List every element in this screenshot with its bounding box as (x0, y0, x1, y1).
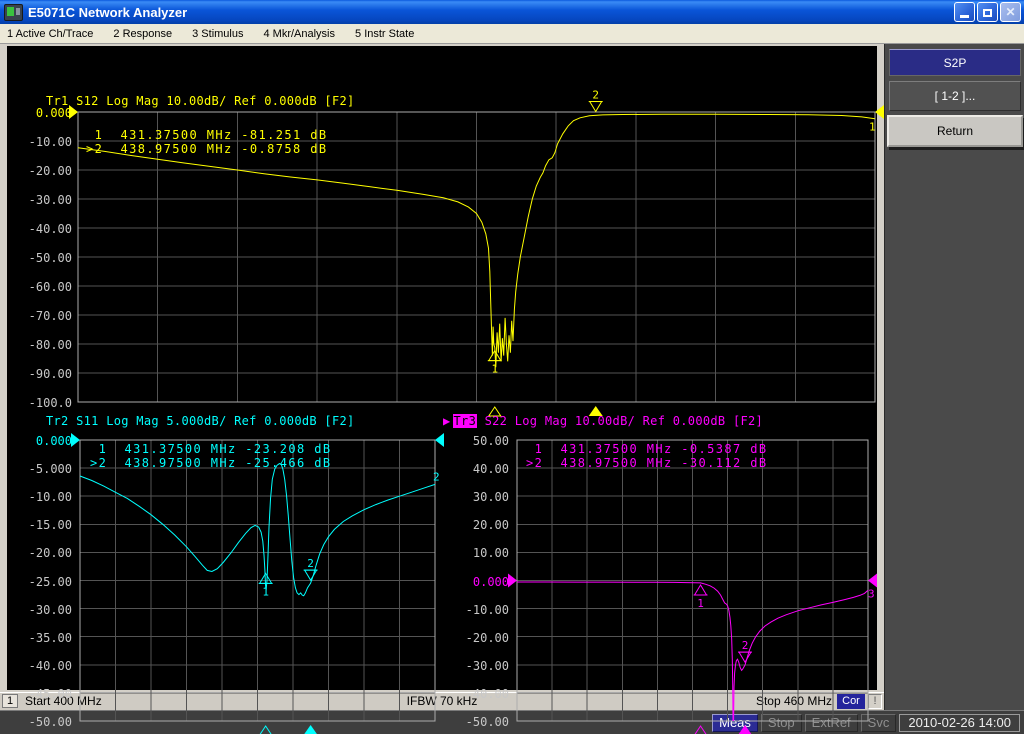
trace-format-label: S22 Log Mag 10.00dB/ Ref 0.000dB [F2] (477, 414, 763, 428)
y-tick-tr1: -50.00 (12, 251, 72, 265)
y-tick-tr1: -100.0 (12, 396, 72, 410)
y-tick-tr3: 50.00 (449, 434, 509, 448)
minimize-icon (960, 15, 969, 18)
svg-text:1: 1 (262, 585, 269, 598)
y-tick-tr3: -10.00 (449, 603, 509, 617)
svg-text:1: 1 (491, 363, 498, 376)
window-controls: ✕ (954, 2, 1021, 22)
y-tick-tr1: -10.00 (12, 135, 72, 149)
menu-item-5[interactable]: 5 Instr State (352, 26, 423, 42)
trace-name-tr2: Tr2 (46, 414, 69, 428)
svg-text:2: 2 (592, 89, 599, 102)
y-tick-tr2: -20.00 (12, 546, 72, 560)
minimize-button[interactable] (954, 2, 975, 22)
softkey-s2p[interactable]: S2P (889, 49, 1021, 76)
svg-text:1: 1 (869, 121, 876, 134)
y-tick-tr1: -30.00 (12, 193, 72, 207)
y-tick-tr3: 30.00 (449, 490, 509, 504)
y-tick-tr3: -40.00 (449, 687, 509, 701)
svg-text:1: 1 (697, 597, 704, 610)
trace-format-label: S12 Log Mag 10.00dB/ Ref 0.000dB [F2] (69, 94, 355, 108)
close-icon: ✕ (1005, 3, 1015, 21)
chart-header-tr1[interactable]: Tr1 S12 Log Mag 10.00dB/ Ref 0.000dB [F2… (46, 94, 355, 108)
svg-text:2: 2 (742, 639, 749, 652)
active-trace-arrow-icon: ▶ (443, 414, 451, 428)
y-tick-tr2: -25.00 (12, 575, 72, 589)
e5071c-application-window: E5071C Network Analyzer ✕ 1 Active Ch/Tr… (0, 0, 1024, 734)
y-tick-tr2: 0.000 (12, 434, 72, 448)
y-tick-tr3: -30.00 (449, 659, 509, 673)
marker-readout-tr3: 1 431.37500 MHz -0.5387 dB>2 438.97500 M… (526, 442, 768, 470)
window-title: E5071C Network Analyzer (28, 5, 187, 20)
y-tick-tr1: -80.00 (12, 338, 72, 352)
y-tick-tr3: 0.000 (449, 575, 509, 589)
y-tick-tr2: -40.00 (12, 659, 72, 673)
y-tick-tr3: 10.00 (449, 546, 509, 560)
y-tick-tr2: -15.00 (12, 518, 72, 532)
y-tick-tr3: 40.00 (449, 462, 509, 476)
menu-item-4[interactable]: 4 Mkr/Analysis (260, 26, 344, 42)
y-tick-tr1: -60.00 (12, 280, 72, 294)
softkey-sidebar: S2P [ 1-2 ]... Return (884, 44, 1024, 710)
chart-header-tr2[interactable]: Tr2 S11 Log Mag 5.000dB/ Ref 0.000dB [F2… (46, 414, 355, 428)
trace-format-label: S11 Log Mag 5.000dB/ Ref 0.000dB [F2] (69, 414, 355, 428)
y-tick-tr2: -30.00 (12, 603, 72, 617)
trace-name-tr1: Tr1 (46, 94, 69, 108)
menu-item-3[interactable]: 3 Stimulus (189, 26, 252, 42)
svg-text:3: 3 (868, 587, 875, 600)
y-tick-tr3: 20.00 (449, 518, 509, 532)
menu-item-2[interactable]: 2 Response (110, 26, 181, 42)
menu-item-1[interactable]: 1 Active Ch/Trace (4, 26, 102, 42)
svg-text:2: 2 (433, 470, 440, 483)
restore-icon (983, 9, 992, 17)
y-tick-tr1: -40.00 (12, 222, 72, 236)
trace-name-tr3: Tr3 (453, 414, 478, 428)
y-tick-tr1: -90.00 (12, 367, 72, 381)
svg-text:2: 2 (307, 557, 314, 570)
y-tick-tr2: -5.000 (12, 462, 72, 476)
y-tick-tr1: -70.00 (12, 309, 72, 323)
close-button: ✕ (1000, 2, 1021, 22)
y-tick-tr2: -10.00 (12, 490, 72, 504)
y-tick-tr2: -45.00 (12, 687, 72, 701)
y-tick-tr1: -20.00 (12, 164, 72, 178)
app-icon (4, 4, 23, 21)
marker-readout-tr1: 1 431.37500 MHz -81.251 dB>2 438.97500 M… (86, 128, 328, 156)
chart-header-tr3[interactable]: ▶Tr3 S22 Log Mag 10.00dB/ Ref 0.000dB [F… (443, 414, 763, 428)
datetime-display: 2010-02-26 14:00 (899, 714, 1020, 732)
softkey-1-2[interactable]: [ 1-2 ]... (889, 81, 1021, 111)
instrument-display: Tr1 S12 Log Mag 10.00dB/ Ref 0.000dB [F2… (0, 44, 884, 692)
y-tick-tr2: -35.00 (12, 631, 72, 645)
y-tick-tr1: 0.000 (12, 106, 72, 120)
menu-bar: 1 Active Ch/Trace 2 Response 3 Stimulus 4 M… (0, 24, 1024, 44)
y-tick-tr3: -50.00 (449, 715, 509, 729)
y-tick-tr2: -50.00 (12, 715, 72, 729)
restore-button[interactable] (977, 2, 998, 22)
y-tick-tr3: -20.00 (449, 631, 509, 645)
title-bar: E5071C Network Analyzer ✕ (0, 0, 1024, 24)
softkey-return[interactable]: Return (887, 115, 1023, 147)
marker-readout-tr2: 1 431.37500 MHz -23.208 dB>2 438.97500 M… (90, 442, 332, 470)
